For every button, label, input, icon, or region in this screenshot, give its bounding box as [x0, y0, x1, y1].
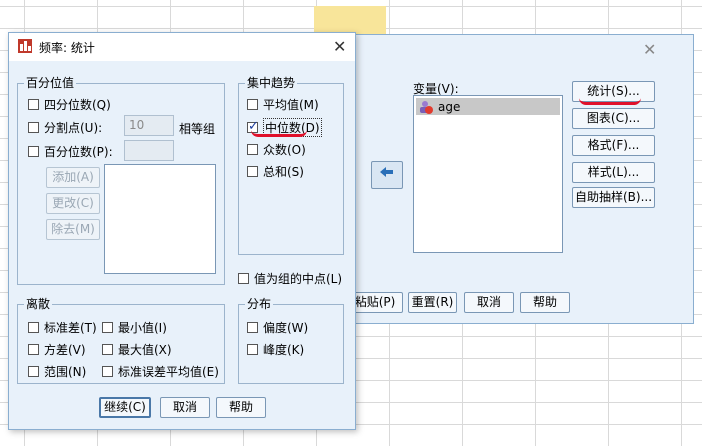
annotation-underline	[579, 98, 641, 105]
group-title: 百分位值	[24, 76, 77, 90]
distribution-group: 分布 偏度(W) 峰度(K)	[238, 297, 344, 384]
checkbox-box	[238, 272, 249, 284]
style-button[interactable]: 样式(L)...	[572, 162, 655, 183]
close-icon[interactable]: ✕	[643, 42, 656, 58]
minimum-checkbox[interactable]: 最小值(I)	[102, 319, 167, 335]
variable-name: age	[438, 99, 461, 114]
checkbox-box	[247, 165, 258, 177]
checkbox-box	[102, 343, 113, 355]
checkbox-box	[247, 98, 258, 110]
list-item[interactable]: age	[416, 98, 560, 115]
format-button[interactable]: 格式(F)...	[572, 135, 655, 156]
move-variable-button[interactable]	[371, 161, 403, 189]
percentile-values-group: 百分位值 四分位数(Q) 分割点(U): 10 相等组 百分位数(P): 添加(…	[17, 76, 225, 285]
cancel-button[interactable]: 取消	[160, 397, 210, 418]
checkbox-box	[28, 121, 39, 133]
checkbox-label: 百分位数(P):	[44, 144, 113, 159]
variables-listbox[interactable]: age	[413, 95, 563, 253]
change-button[interactable]: 更改(C)	[46, 193, 100, 214]
remove-button[interactable]: 除去(M)	[46, 219, 100, 240]
annotation-underline	[251, 130, 307, 137]
midpoints-checkbox[interactable]: 值为组的中点(L)	[238, 270, 342, 286]
checkbox-label: 标准误差平均值(E)	[118, 364, 219, 379]
std-dev-checkbox[interactable]: 标准差(T)	[28, 319, 97, 335]
checkbox-box	[28, 145, 39, 157]
help-button[interactable]: 帮助	[520, 292, 570, 313]
group-title: 集中趋势	[245, 76, 298, 90]
percentiles-checkbox[interactable]: 百分位数(P):	[28, 143, 113, 159]
close-icon[interactable]: ✕	[333, 39, 346, 55]
checkbox-box	[28, 98, 39, 110]
variance-checkbox[interactable]: 方差(V)	[28, 341, 86, 357]
app-icon	[17, 38, 33, 54]
scale-variable-icon	[418, 100, 434, 114]
percentile-input[interactable]	[124, 140, 174, 161]
statistics-dialog: 频率: 统计 ✕ 百分位值 四分位数(Q) 分割点(U): 10 相等组 百分位…	[8, 32, 356, 430]
kurtosis-checkbox[interactable]: 峰度(K)	[247, 341, 304, 357]
checkbox-label: 范围(N)	[44, 364, 87, 379]
reset-button[interactable]: 重置(R)	[408, 292, 457, 313]
checkbox-label: 偏度(W)	[263, 320, 309, 335]
checkbox-label: 最小值(I)	[118, 320, 167, 335]
cancel-button[interactable]: 取消	[464, 292, 514, 313]
frequencies-dialog: ✕ 变量(V): age 统计(S)... 图表(C)... 格式(F)... …	[340, 34, 694, 324]
title-bar: 频率: 统计 ✕	[9, 33, 355, 61]
maximum-checkbox[interactable]: 最大值(X)	[102, 341, 172, 357]
checkbox-box	[28, 343, 39, 355]
continue-button[interactable]: 继续(C)	[99, 397, 151, 418]
checkbox-label: 众数(O)	[263, 142, 306, 157]
bootstrap-button[interactable]: 自助抽样(B)...	[572, 187, 655, 208]
selected-cell[interactable]	[314, 6, 386, 34]
checkbox-box	[102, 321, 113, 333]
checkbox-box	[102, 365, 113, 377]
mode-checkbox[interactable]: 众数(O)	[247, 141, 306, 157]
checkbox-label: 峰度(K)	[263, 342, 305, 357]
cut-points-value: 10	[129, 118, 145, 132]
checkbox-label: 总和(S)	[263, 164, 304, 179]
checkbox-box	[247, 321, 258, 333]
group-title: 分布	[245, 297, 274, 311]
sum-checkbox[interactable]: 总和(S)	[247, 163, 304, 179]
checkbox-box	[28, 321, 39, 333]
checkbox-label: 分割点(U):	[44, 120, 103, 135]
skewness-checkbox[interactable]: 偏度(W)	[247, 319, 308, 335]
checkbox-box	[28, 365, 39, 377]
move-left-arrow-icon	[379, 167, 395, 182]
help-button[interactable]: 帮助	[216, 397, 266, 418]
range-checkbox[interactable]: 范围(N)	[28, 363, 86, 379]
checkbox-label: 值为组的中点(L)	[254, 271, 343, 286]
dialog-title: 频率: 统计	[39, 41, 95, 55]
charts-button[interactable]: 图表(C)...	[572, 108, 655, 129]
checkbox-box	[247, 343, 258, 355]
add-button[interactable]: 添加(A)	[46, 167, 100, 188]
mean-checkbox[interactable]: 平均值(M)	[247, 96, 319, 112]
checkbox-box	[247, 143, 258, 155]
checkbox-label: 方差(V)	[44, 342, 86, 357]
dispersion-group: 离散 标准差(T) 最小值(I) 方差(V) 最大值(X) 范围(N) 标准误差…	[17, 297, 225, 384]
equal-groups-label: 相等组	[179, 122, 216, 136]
percentile-listbox[interactable]	[104, 164, 216, 274]
central-tendency-group: 集中趋势 平均值(M) 中位数(D) 众数(O) 总和(S)	[238, 76, 344, 255]
checkbox-label: 平均值(M)	[263, 97, 319, 112]
checkbox-label: 四分位数(Q)	[44, 97, 111, 112]
checkbox-label: 最大值(X)	[118, 342, 172, 357]
checkbox-label: 标准差(T)	[44, 320, 97, 335]
quartiles-checkbox[interactable]: 四分位数(Q)	[28, 96, 111, 112]
cut-points-checkbox[interactable]: 分割点(U):	[28, 119, 102, 135]
cut-points-input[interactable]: 10	[124, 115, 174, 136]
group-title: 离散	[24, 297, 53, 311]
se-mean-checkbox[interactable]: 标准误差平均值(E)	[102, 363, 219, 379]
